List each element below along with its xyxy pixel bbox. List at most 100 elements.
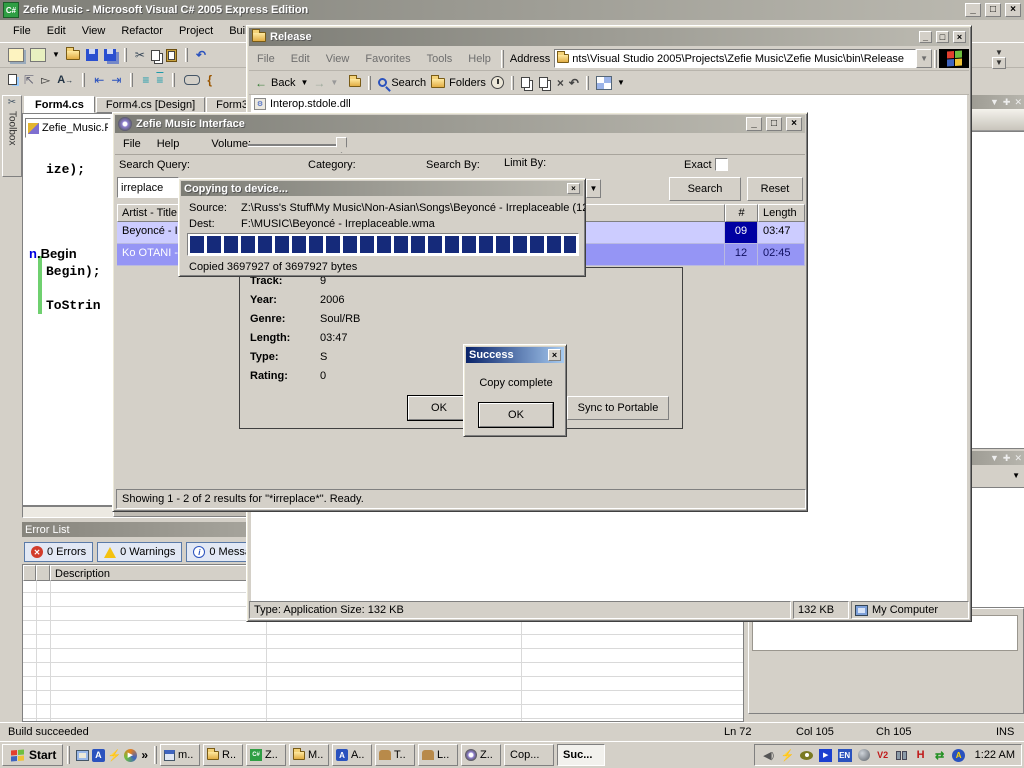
forward-dropdown-icon[interactable]: ▼ xyxy=(330,79,338,87)
views-dropdown-icon[interactable]: ▼ xyxy=(617,79,625,87)
vs-menu-file[interactable]: File xyxy=(5,23,39,39)
aim-tray-icon[interactable]: A xyxy=(951,747,967,763)
indent-icon[interactable]: ⇥ xyxy=(111,74,121,86)
zefie-close-button[interactable]: × xyxy=(786,117,802,131)
toolbox-tab[interactable]: ✂ Toolbox xyxy=(2,95,22,177)
explorer-menu-help[interactable]: Help xyxy=(460,51,499,67)
explorer-maximize-button[interactable]: □ xyxy=(936,31,949,43)
explorer-menu-edit[interactable]: Edit xyxy=(283,51,318,67)
save-icon[interactable] xyxy=(86,49,98,61)
task-button-aim[interactable]: AA.. xyxy=(332,744,372,766)
file-item[interactable]: ⚙ Interop.stdole.dll xyxy=(254,98,351,110)
bookmark-toggle-icon[interactable]: ≡ xyxy=(156,74,163,86)
task-button-copying[interactable]: Cop... xyxy=(504,744,554,766)
col-length[interactable]: Length xyxy=(758,204,805,222)
dock-close-icon[interactable]: ✕ xyxy=(1014,453,1022,464)
views-icon[interactable] xyxy=(596,76,612,90)
sync-tray-icon[interactable]: ⇄ xyxy=(932,747,948,763)
overflow-dropdown-icon[interactable]: ▼ xyxy=(995,48,1003,57)
tab-form4-cs[interactable]: Form4.cs xyxy=(24,96,95,113)
explorer-titlebar[interactable]: Release _ □ × xyxy=(249,28,969,46)
bookmark-list-icon[interactable]: ≡ xyxy=(142,74,149,86)
warnings-filter-button[interactable]: 0 Warnings xyxy=(97,542,182,562)
pin-icon[interactable]: ✚ xyxy=(1003,97,1011,108)
row2-length[interactable]: 02:45 xyxy=(758,244,805,266)
vs-menu-view[interactable]: View xyxy=(74,23,114,39)
class-dropdown[interactable]: Zefie_Music.F xyxy=(25,118,111,138)
new-project-icon[interactable] xyxy=(8,48,24,62)
error-col-icon[interactable] xyxy=(23,565,36,581)
undo-icon[interactable]: ↶ xyxy=(196,49,206,61)
errors-filter-button[interactable]: ✕ 0 Errors xyxy=(24,542,93,562)
copy-to-icon[interactable] xyxy=(539,77,548,88)
explorer-menu-file[interactable]: File xyxy=(249,51,283,67)
success-ok-button[interactable]: OK xyxy=(479,403,553,427)
brace-icon[interactable]: { xyxy=(207,74,212,86)
outdent-icon[interactable]: ⇤ xyxy=(94,74,104,86)
explorer-menu-favorites[interactable]: Favorites xyxy=(357,51,418,67)
add-item-dropdown-icon[interactable]: ▼ xyxy=(52,51,60,59)
find-symbol-icon[interactable]: A→ xyxy=(57,74,73,86)
dock-menu-icon[interactable]: ▼ xyxy=(990,97,999,107)
quicklaunch-overflow-icon[interactable]: » xyxy=(141,749,148,761)
network-tray-icon[interactable] xyxy=(894,747,910,763)
task-button-mirc[interactable]: m.. xyxy=(160,744,200,766)
vs-titlebar[interactable]: C# Zefie Music - Microsoft Visual C# 200… xyxy=(0,0,1024,20)
folders-button[interactable]: Folders xyxy=(431,77,486,89)
search-query-input[interactable]: irreplace xyxy=(117,177,179,198)
quicklaunch-mediaplayer-icon[interactable]: ▶ xyxy=(122,747,138,763)
up-icon[interactable]: ↑ xyxy=(343,75,361,91)
exact-checkbox[interactable] xyxy=(715,158,728,171)
globe-tray-icon[interactable] xyxy=(856,747,872,763)
dock-menu-icon[interactable]: ▼ xyxy=(990,453,999,463)
quicklaunch-aim-icon[interactable]: A xyxy=(90,747,106,763)
search-button[interactable]: Search xyxy=(669,177,741,201)
search-button[interactable]: Search xyxy=(378,77,426,89)
vs-minimize-button[interactable]: _ xyxy=(965,3,981,17)
task-button-music-folder[interactable]: M.. xyxy=(289,744,329,766)
vs-close-button[interactable]: × xyxy=(1005,3,1021,17)
copying-close-button[interactable]: × xyxy=(567,183,580,194)
add-item-icon[interactable] xyxy=(30,48,46,62)
volume-tray-icon[interactable]: ◀) xyxy=(761,747,777,763)
zefie-menu-help[interactable]: Help xyxy=(149,136,188,152)
task-button-t[interactable]: T.. xyxy=(375,744,415,766)
dock-dropdown-icon[interactable]: ▼ xyxy=(1012,471,1020,480)
ok-button[interactable]: OK xyxy=(408,396,470,420)
winamp-tray-icon[interactable]: ⚡ xyxy=(780,747,796,763)
clock[interactable]: 1:22 AM xyxy=(975,749,1015,761)
comment-icon[interactable] xyxy=(8,74,17,85)
dock-content-2[interactable] xyxy=(967,487,1024,608)
zefie-titlebar[interactable]: Zefie Music Interface _ □ × xyxy=(115,115,805,133)
error-list-titlebar[interactable]: Error List xyxy=(22,522,246,537)
history-icon[interactable] xyxy=(491,76,504,89)
success-close-button[interactable]: × xyxy=(548,349,561,361)
navigate-icon[interactable]: ⇱ xyxy=(24,74,34,86)
explorer-menu-view[interactable]: View xyxy=(318,51,358,67)
dock-content[interactable] xyxy=(967,131,1024,449)
vs-restore-button[interactable]: □ xyxy=(985,3,1001,17)
back-dropdown-icon[interactable]: ▼ xyxy=(300,79,308,87)
save-all-icon[interactable] xyxy=(104,49,116,61)
row1-length[interactable]: 03:47 xyxy=(758,222,805,244)
address-dropdown-icon[interactable]: ▼ xyxy=(916,49,932,68)
quicklaunch-winamp-icon[interactable]: ⚡ xyxy=(106,747,122,763)
show-desktop-icon[interactable] xyxy=(74,747,90,763)
eye-tray-icon[interactable] xyxy=(799,747,815,763)
undo-icon[interactable]: ↶ xyxy=(569,77,579,89)
task-button-success[interactable]: Suc... xyxy=(557,744,605,766)
zefie-menu-file[interactable]: File xyxy=(115,136,149,152)
success-titlebar[interactable]: Success × xyxy=(466,347,564,363)
address-input[interactable]: nts\Visual Studio 2005\Projects\Zefie Mu… xyxy=(554,49,916,68)
task-button-zefie[interactable]: Z.. xyxy=(461,744,501,766)
dock-close-icon[interactable]: ✕ xyxy=(1014,97,1022,108)
sync-to-portable-button[interactable]: Sync to Portable xyxy=(567,396,669,420)
reset-button[interactable]: Reset xyxy=(747,177,803,201)
pin-icon[interactable]: ✚ xyxy=(1003,453,1011,464)
delete-icon[interactable]: × xyxy=(557,77,564,89)
forward-icon[interactable]: → xyxy=(313,77,325,89)
category-dropdown-icon[interactable]: ▼ xyxy=(586,179,601,198)
tab-form4-design[interactable]: Form4.cs [Design] xyxy=(96,97,205,113)
explorer-menu-tools[interactable]: Tools xyxy=(419,51,461,67)
cursor-icon[interactable]: ▻ xyxy=(41,74,50,86)
